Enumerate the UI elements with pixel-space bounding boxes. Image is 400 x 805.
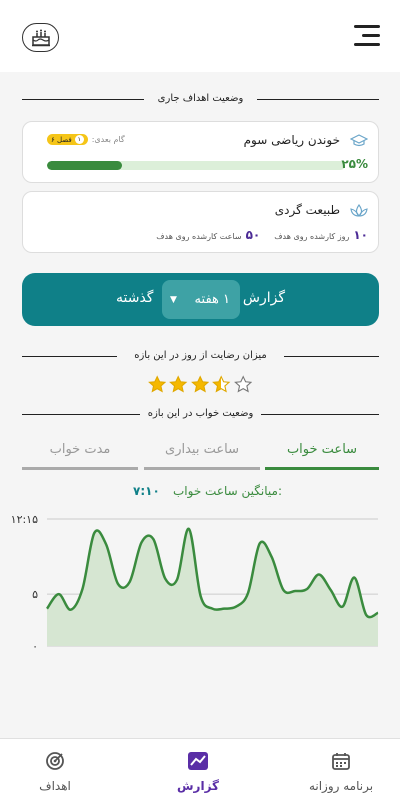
hours-value: ۵۰: [245, 228, 261, 242]
days-value: ۱۰: [353, 228, 368, 242]
calendar-icon: [301, 749, 381, 773]
goal-card-math[interactable]: خوندن ریاضی سوم گام بعدی: ۱ فصل ۶ ۲۵%: [22, 121, 379, 183]
star-icon[interactable]: [233, 375, 252, 394]
report-period-bar: گزارش ۱ هفته ▼ گذشته: [22, 273, 379, 326]
y-tick-label: ۵: [32, 588, 38, 601]
star-icon[interactable]: [148, 375, 167, 394]
star-icon[interactable]: [190, 375, 210, 394]
star-icon[interactable]: [169, 375, 188, 394]
report-label: گزارش: [242, 290, 285, 306]
lotus-icon: [349, 203, 369, 219]
nav-report[interactable]: گزارش: [158, 749, 238, 793]
menu-icon[interactable]: [354, 25, 380, 47]
nav-label: برنامه روزانه: [308, 779, 374, 793]
nav-goals[interactable]: اهداف: [15, 749, 95, 793]
goal-title: طبیعت گردی: [274, 203, 340, 217]
next-step-number: ۱: [74, 135, 84, 144]
target-icon: [15, 749, 95, 773]
goal-progress-percent: ۲۵%: [341, 157, 368, 171]
goal-card-nature[interactable]: طبیعت گردی ۱۰ روز کارشده روی هدف ۵۰ ساعت…: [22, 191, 379, 253]
satisfaction-heading: میزان رضایت از روز در این بازه: [22, 348, 379, 364]
next-step-label: گام بعدی:: [91, 135, 125, 144]
sleep-tabs: ساعت خواب ساعت بیداری مدت خواب: [22, 438, 379, 472]
star-icon[interactable]: [212, 375, 231, 394]
top-app-bar: [0, 0, 400, 72]
satisfaction-rating: [148, 375, 252, 397]
bottom-navigation: برنامه روزانه گزارش اهداف: [0, 738, 400, 805]
sleep-chart: ۱۲:۱۵ ۵ ۰: [11, 513, 379, 653]
nav-label: اهداف: [39, 779, 71, 793]
chart-icon: [158, 749, 238, 773]
next-step-badge: ۱ فصل ۶: [47, 134, 88, 145]
y-tick-label: ۱۲:۱۵: [11, 513, 38, 526]
next-step-chapter: فصل ۶: [51, 135, 72, 144]
next-step: گام بعدی: ۱ فصل ۶: [47, 134, 125, 145]
tab-sleep-duration[interactable]: مدت خواب: [22, 438, 138, 472]
goal-progress-bar: [47, 161, 345, 170]
hours-label: ساعت کارشده روی هدف: [156, 232, 242, 241]
report-past-label: گذشته: [116, 290, 154, 306]
nav-daily-plan[interactable]: برنامه روزانه: [301, 749, 381, 793]
goal-title: خوندن ریاضی سوم: [243, 133, 340, 147]
goal-stats: ۱۰ روز کارشده روی هدف ۵۰ ساعت کارشده روی…: [33, 228, 368, 242]
caret-down-icon: ▼: [170, 294, 177, 305]
period-select[interactable]: ۱ هفته ▼: [162, 280, 240, 319]
tab-sleep-time[interactable]: ساعت خواب: [265, 438, 379, 472]
period-value: ۱ هفته: [194, 292, 230, 307]
y-tick-label: ۰: [32, 640, 38, 653]
sleep-status-heading: وضعیت خواب در این بازه: [22, 406, 379, 422]
graduation-cap-icon: [349, 133, 369, 149]
average-sleep-label: میانگین ساعت خواب:: [172, 484, 282, 498]
birthday-cake-button[interactable]: [22, 23, 59, 52]
days-label: روز کارشده روی هدف: [274, 232, 350, 241]
average-sleep-value: ۷:۱۰: [133, 484, 160, 498]
nav-label: گزارش: [176, 779, 220, 793]
current-goals-heading: وضعیت اهداف جاری: [22, 91, 379, 107]
goal-progress-fill: [47, 161, 122, 170]
tab-wake-time[interactable]: ساعت بیداری: [144, 438, 260, 472]
cake-icon: [31, 29, 50, 46]
